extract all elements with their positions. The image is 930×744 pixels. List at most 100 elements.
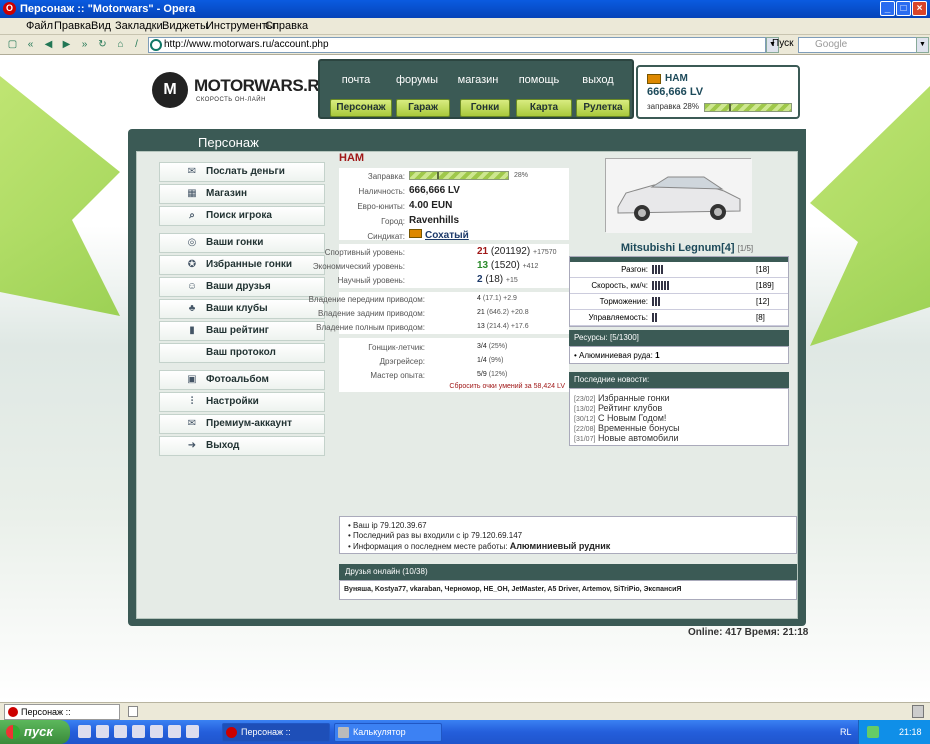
quicklaunch-desktop-icon[interactable] [114,725,127,738]
sidebar-item-10[interactable]: ⫶ Настройки [159,392,325,412]
car-stat-row: Скорость, км/ч: [189] [570,278,788,294]
syndicate-flag-icon [647,74,661,84]
page-tab[interactable]: Персонаж :: "Motorwars" [4,704,120,731]
sidebar-item-label: Послать деньги [206,166,285,177]
eco-next: +412 [522,263,539,270]
home-icon[interactable]: ⌂ [114,38,127,51]
reset-skills-link[interactable]: Сбросить очки умений за 58,424 LV [449,383,565,390]
news-header: Последние новости: [569,372,789,388]
news-item[interactable]: [31/07] Новые автомобили [574,433,678,443]
sidebar-item-label: Настройки [206,396,259,407]
cart-icon: ▦ [187,188,197,199]
sci-level: 2 [477,274,483,285]
awd-label: Владение полным приводом: [316,323,425,332]
nav-character-button[interactable]: Персонаж [330,99,392,117]
nav-help[interactable]: помощь [512,74,566,86]
racer-percent: (25%) [488,343,508,350]
tray-icon[interactable] [867,726,879,738]
search-input[interactable]: Google [798,37,928,53]
nav-mail[interactable]: почта [332,74,380,86]
fwd-next: +2.9 [503,295,517,302]
nav-forums[interactable]: форумы [392,74,442,86]
friends-list[interactable]: Вуняша, Kostya77, vkaraban, Черномор, HE… [344,586,681,593]
fwd-value: 4 [477,295,481,302]
quicklaunch-player-icon[interactable] [132,725,145,738]
user-summary: НАМ 666,666 LV заправка 28% [636,65,800,119]
news-item[interactable]: [30/12] С Новым Годом! [574,413,666,423]
menu-view[interactable]: Вид [91,20,111,32]
task-calculator[interactable]: Калькулятор [334,723,442,742]
site-icon [150,39,162,51]
nav-shop[interactable]: магазин [450,74,506,86]
menu-edit[interactable]: Правка [54,20,91,32]
quicklaunch-misc-icon[interactable] [186,725,199,738]
reload-icon[interactable]: ↻ [96,38,109,51]
car-stats: Разгон: [18] Скорость, км/ч: [189] Торможени… [569,256,789,327]
search-dropdown[interactable]: ▼ [916,37,929,53]
new-tab-icon[interactable] [128,706,138,717]
fast-forward-icon[interactable]: » [78,38,91,51]
syndicate-link[interactable]: Сохатый [425,230,469,241]
start-button[interactable]: пуск [0,720,70,744]
window-title: Персонаж :: "Motorwars" - Opera [20,3,196,15]
car-name[interactable]: Mitsubishi Legnum[4] [1/5] [577,242,797,254]
menu-widgets[interactable]: Виджеты [162,20,208,32]
sidebar-item-label: Ваш рейтинг [206,325,269,336]
opera-tab-strip: Персонаж :: "Motorwars" [0,702,930,731]
trash-icon[interactable] [912,705,924,718]
master-label: Мастер опыта: [370,371,425,380]
sport-level-label: Спортивный уровень: [324,248,405,257]
rwd-value: 21 [477,309,485,316]
sidebar-item-label: Премиум-аккаунт [206,418,293,429]
sidebar-item-11[interactable]: ✉ Премиум-аккаунт [159,414,325,434]
minimize-button[interactable]: _ [880,1,895,16]
panel-content: ✉ Послать деньги ▦ Магазин ⌕ Поиск игрока ◎ Ваш… [136,151,798,619]
quicklaunch-ie-icon[interactable] [78,725,91,738]
task-opera[interactable]: Персонаж :: "Motorwa... [222,723,330,742]
car-image[interactable] [605,158,752,233]
quicklaunch-opera-icon[interactable] [150,725,163,738]
last-work-label: Информация о последнем месте работы: [353,542,508,551]
menu-file[interactable]: Файл [26,20,53,32]
sidebar-item-12[interactable]: ➜ Выход [159,436,325,456]
menu-help[interactable]: Справка [265,20,308,32]
language-indicator[interactable]: RL [840,720,852,744]
car-stat-value: [189] [756,281,774,290]
resource-name: Алюминиевая руда: [579,351,653,360]
quicklaunch-app-icon[interactable] [96,725,109,738]
news-item[interactable]: [22/08] Временные бонусы [574,423,680,433]
news-item[interactable]: [13/02] Рейтинг клубов [574,403,662,413]
forward-icon[interactable]: ▶ [60,38,73,51]
panel-header-strip [324,129,806,151]
menu-bookmarks[interactable]: Закладки [115,20,163,32]
maximize-button[interactable]: □ [896,1,911,16]
nav-races-button[interactable]: Гонки [460,99,510,117]
close-button[interactable]: × [912,1,927,16]
nav-roulette-button[interactable]: Рулетка [576,99,630,117]
friends-online-box: Вуняша, Kostya77, vkaraban, Черномор, HE… [339,580,797,600]
site-logo[interactable]: M MOTORWARS.RU СКОРОСТЬ ОН-ЛАЙН [152,72,331,112]
rewind-icon[interactable]: « [24,38,37,51]
user-name[interactable]: НАМ [665,73,688,84]
car-stat-bar [652,281,670,290]
car-stat-row: Разгон: [18] [570,262,788,278]
nav-exit[interactable]: выход [574,74,622,86]
euro-label: Евро-юниты: [357,202,405,211]
sport-points: (201192) [490,246,531,257]
city-label: Город: [381,217,405,226]
login-info: • Ваш ip 79.120.39.67 • Последний раз вы… [339,516,797,554]
wand-icon[interactable]: / [130,38,143,51]
url-input[interactable]: http://www.motorwars.ru/account.php [148,37,766,53]
page-icon[interactable]: ▢ [6,38,19,51]
sidebar-item-label: Ваши гонки [206,237,264,248]
nav-map-button[interactable]: Карта [516,99,572,117]
nav-garage-button[interactable]: Гараж [396,99,450,117]
quicklaunch-media-icon[interactable] [168,725,181,738]
news-item[interactable]: [23/02] Избранные гонки [574,393,670,403]
fuel-bar [704,103,792,112]
opera-window: O Персонаж :: "Motorwars" - Opera _ □ × … [0,0,930,744]
euro-value: 4.00 EUN [409,200,453,211]
syndicate-label: Синдикат: [367,232,405,241]
back-icon[interactable]: ◀ [42,38,55,51]
windows-taskbar: пуск Персонаж :: "Motorwa... Калькулятор… [0,720,930,744]
